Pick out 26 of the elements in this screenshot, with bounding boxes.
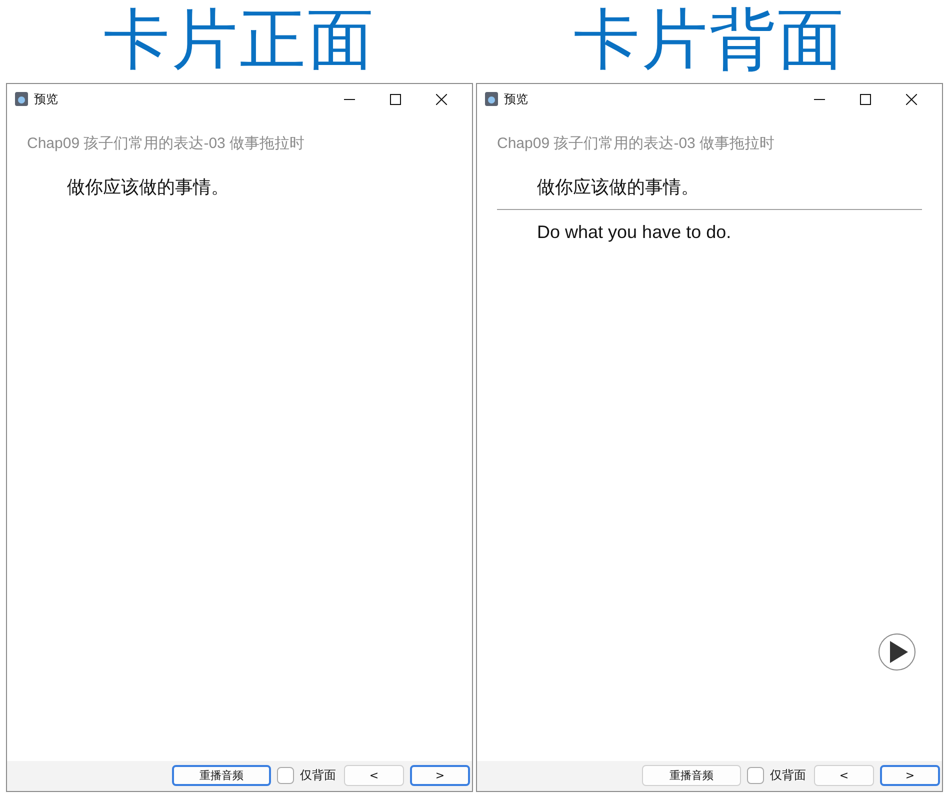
replay-audio-button[interactable]: 重播音频 bbox=[172, 764, 271, 786]
app-icon bbox=[485, 92, 498, 106]
next-button[interactable]: > bbox=[880, 764, 940, 786]
back-only-checkbox[interactable] bbox=[277, 766, 294, 784]
window-title: 预览 bbox=[34, 90, 59, 108]
replay-audio-button[interactable]: 重播音频 bbox=[642, 764, 741, 786]
back-only-checkbox[interactable] bbox=[747, 766, 764, 784]
card-back-text: Do what you have to do. bbox=[537, 222, 732, 243]
play-button[interactable] bbox=[878, 633, 916, 671]
maximize-icon[interactable] bbox=[390, 94, 400, 104]
maximize-icon[interactable] bbox=[860, 94, 870, 104]
next-button[interactable]: > bbox=[410, 764, 470, 786]
previous-button[interactable]: < bbox=[344, 764, 404, 786]
card-front-text: 做你应该做的事情。 bbox=[537, 176, 700, 199]
close-icon[interactable] bbox=[436, 94, 446, 104]
deck-title: Chap09 孩子们常用的表达-03 做事拖拉时 bbox=[497, 134, 776, 153]
checkbox-label: 仅背面 bbox=[770, 766, 806, 784]
panel-heading: 卡片正面 bbox=[104, 0, 376, 80]
deck-title: Chap09 孩子们常用的表达-03 做事拖拉时 bbox=[27, 134, 306, 153]
window-title: 预览 bbox=[504, 90, 529, 108]
previous-button[interactable]: < bbox=[814, 764, 874, 786]
panel-heading: 卡片背面 bbox=[574, 0, 846, 80]
app-icon bbox=[15, 92, 28, 106]
close-icon[interactable] bbox=[906, 94, 916, 104]
checkbox-label: 仅背面 bbox=[300, 766, 336, 784]
card-front-text: 做你应该做的事情。 bbox=[67, 176, 230, 199]
